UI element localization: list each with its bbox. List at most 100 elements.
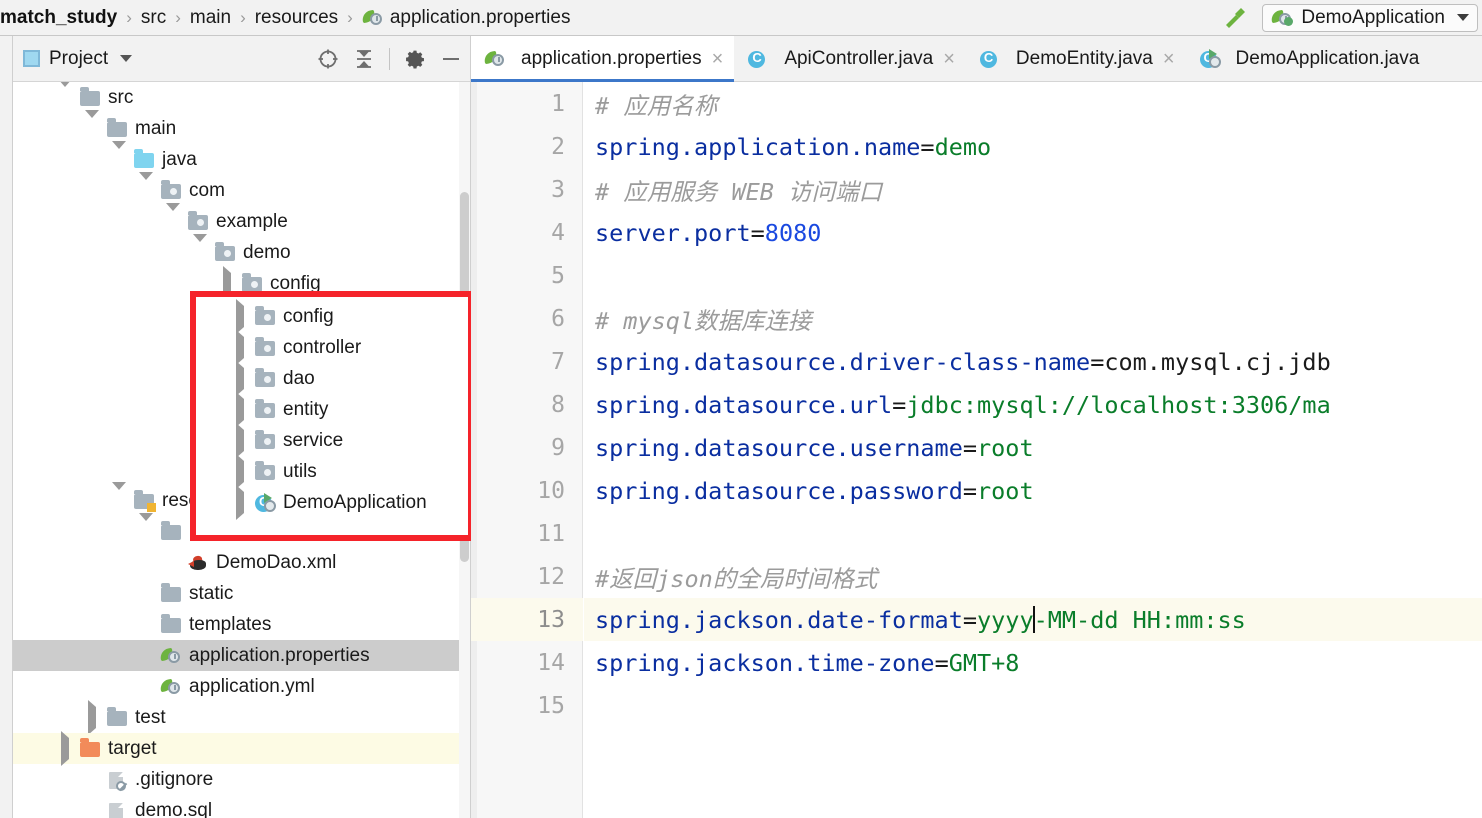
tree-node-label: example	[216, 211, 288, 232]
code-line-content[interactable]: spring.application.name = demo	[584, 125, 1482, 168]
code-line-14[interactable]: 14 spring.jackson.time-zone = GMT+8	[471, 641, 1482, 684]
tree-node-application-properties[interactable]: application.properties	[13, 640, 459, 671]
tree-node-java[interactable]: java	[13, 140, 459, 175]
run-configuration-selector[interactable]: DemoApplication	[1262, 3, 1478, 32]
tree-node-example[interactable]: example	[13, 202, 459, 237]
code-line-3[interactable]: 3 # 应用服务 WEB 访问端口	[471, 168, 1482, 211]
code-line-content[interactable]: spring.datasource.url = jdbc:mysql://local…	[584, 383, 1482, 426]
code-line-4[interactable]: 4 server.port = 8080	[471, 211, 1482, 254]
code-line-content[interactable]: # 应用名称	[584, 82, 1482, 125]
breadcrumb-item-src[interactable]: src	[141, 8, 166, 27]
target-folder-icon	[79, 737, 101, 759]
code-line-9[interactable]: 9 spring.datasource.username = root	[471, 426, 1482, 469]
hide-panel-icon[interactable]	[440, 54, 462, 64]
expand-arrow-right-icon[interactable]	[233, 453, 249, 489]
code-line-12[interactable]: 12 #返回json的全局时间格式	[471, 555, 1482, 598]
code-line-content[interactable]: spring.jackson.time-zone = GMT+8	[584, 641, 1482, 684]
editor-tab-application-properties[interactable]: application.properties ×	[471, 36, 735, 82]
tree-node-target[interactable]: target	[13, 730, 459, 766]
expand-arrow-right-icon[interactable]	[85, 699, 101, 735]
expand-arrow-down-icon[interactable]	[166, 202, 182, 233]
expand-arrow-right-icon[interactable]	[233, 298, 249, 334]
code-line-content[interactable]: # mysql数据库连接	[584, 297, 1482, 340]
close-icon[interactable]: ×	[1163, 49, 1175, 69]
tree-node-application-yml[interactable]: application.yml	[13, 671, 459, 702]
expand-arrow-right-icon[interactable]	[58, 730, 74, 766]
expand-arrow-down-icon[interactable]	[112, 140, 128, 171]
editor-tab-demoapplication-java[interactable]: DemoApplication.java	[1186, 36, 1431, 81]
highlighted-tree-node-utils[interactable]: utils	[196, 453, 468, 489]
highlighted-tree-node-service[interactable]: service	[196, 422, 468, 458]
code-lines[interactable]: 1 # 应用名称 2 spring.application.name = demo 3 # 应…	[471, 82, 1482, 727]
left-tool-window-strip[interactable]: Structure Favorites	[0, 36, 13, 818]
expand-arrow-right-icon[interactable]	[233, 391, 249, 427]
tree-node-templates[interactable]: templates	[13, 609, 459, 640]
tree-node--gitignore[interactable]: .gitignore	[13, 764, 459, 795]
breadcrumb-item-resources[interactable]: resources	[255, 8, 338, 27]
code-line-8[interactable]: 8 spring.datasource.url = jdbc:mysql://loca…	[471, 383, 1482, 426]
code-line-15[interactable]: 15	[471, 684, 1482, 727]
expand-arrow-down-icon[interactable]	[193, 233, 209, 264]
code-line-13[interactable]: 13 spring.jackson.date-format = yyyy -MM-dd …	[471, 598, 1482, 641]
collapse-all-icon[interactable]	[353, 48, 375, 70]
close-icon[interactable]: ×	[943, 49, 955, 69]
tree-node-src[interactable]: src	[13, 82, 459, 113]
expand-arrow-right-icon[interactable]	[233, 329, 249, 365]
breadcrumb-item-match-study[interactable]: match_study	[0, 8, 117, 27]
tree-node-demo[interactable]: demo	[13, 233, 459, 268]
tree-node-main[interactable]: main	[13, 109, 459, 144]
editor-tab-label: DemoEntity.java	[1015, 47, 1153, 69]
tree-node-label: dao	[283, 368, 315, 389]
code-line-content[interactable]: spring.datasource.password = root	[584, 469, 1482, 512]
highlighted-tree-node-controller[interactable]: controller	[196, 329, 468, 365]
editor-tab-apicontroller-java[interactable]: ApiController.java ×	[734, 36, 966, 81]
code-line-content[interactable]: spring.jackson.date-format = yyyy -MM-dd HH…	[584, 598, 1482, 641]
code-line-10[interactable]: 10 spring.datasource.password = root	[471, 469, 1482, 512]
expand-arrow-right-icon[interactable]	[233, 360, 249, 396]
code-line-1[interactable]: 1 # 应用名称	[471, 82, 1482, 125]
breadcrumb-item-application-properties[interactable]: application.properties	[360, 8, 570, 28]
editor-tab-demoentity-java[interactable]: DemoEntity.java ×	[966, 36, 1186, 81]
expand-arrow-down-icon[interactable]	[112, 481, 128, 512]
close-icon[interactable]: ×	[712, 49, 724, 69]
code-line-11[interactable]: 11	[471, 512, 1482, 555]
tree-node-demo-sql[interactable]: demo.sql	[13, 795, 459, 818]
code-line-content[interactable]: # 应用服务 WEB 访问端口	[584, 168, 1482, 211]
highlighted-tree-node-entity[interactable]: entity	[196, 391, 468, 427]
code-line-content[interactable]	[584, 512, 1482, 555]
tree-node-com[interactable]: com	[13, 171, 459, 206]
editor-tab-strip[interactable]: application.properties×ApiController.jav…	[471, 36, 1482, 82]
highlighted-tree-node-dao[interactable]: dao	[196, 360, 468, 396]
code-line-5[interactable]: 5	[471, 254, 1482, 297]
project-title-button[interactable]: Project	[23, 48, 133, 70]
select-opened-file-icon[interactable]	[317, 48, 339, 70]
chevron-down-icon[interactable]	[1457, 14, 1469, 21]
tree-node-demodao-xml[interactable]: DemoDao.xml	[13, 547, 459, 578]
highlighted-tree-node-demoapplication[interactable]: DemoApplication	[196, 484, 468, 520]
expand-arrow-down-icon[interactable]	[85, 109, 101, 140]
code-line-content[interactable]: spring.datasource.driver-class-name = com.…	[584, 340, 1482, 383]
code-line-content[interactable]	[584, 254, 1482, 297]
chevron-down-icon[interactable]	[120, 55, 133, 62]
expand-arrow-right-icon[interactable]	[233, 422, 249, 458]
tree-node-label: application.yml	[189, 676, 315, 697]
hammer-icon[interactable]	[1222, 5, 1248, 31]
code-line-content[interactable]: server.port = 8080	[584, 211, 1482, 254]
highlighted-tree-node-config[interactable]: config	[196, 298, 468, 334]
settings-gear-icon[interactable]	[404, 48, 426, 70]
tree-node-label: demo	[243, 242, 291, 263]
code-line-content[interactable]: #返回json的全局时间格式	[584, 555, 1482, 598]
code-line-2[interactable]: 2 spring.application.name = demo	[471, 125, 1482, 168]
code-line-content[interactable]: spring.datasource.username = root	[584, 426, 1482, 469]
expand-arrow-down-icon[interactable]	[139, 512, 155, 543]
expand-arrow-down-icon[interactable]	[58, 82, 74, 109]
tree-node-test[interactable]: test	[13, 699, 459, 735]
code-line-7[interactable]: 7 spring.datasource.driver-class-name = com…	[471, 340, 1482, 383]
breadcrumb-item-main[interactable]: main	[190, 8, 231, 27]
code-line-content[interactable]	[584, 684, 1482, 727]
expand-arrow-right-icon[interactable]	[233, 484, 249, 520]
code-editor[interactable]: 1 # 应用名称 2 spring.application.name = demo 3 # 应…	[471, 82, 1482, 818]
tree-node-static[interactable]: static	[13, 578, 459, 609]
expand-arrow-down-icon[interactable]	[139, 171, 155, 202]
code-line-6[interactable]: 6 # mysql数据库连接	[471, 297, 1482, 340]
